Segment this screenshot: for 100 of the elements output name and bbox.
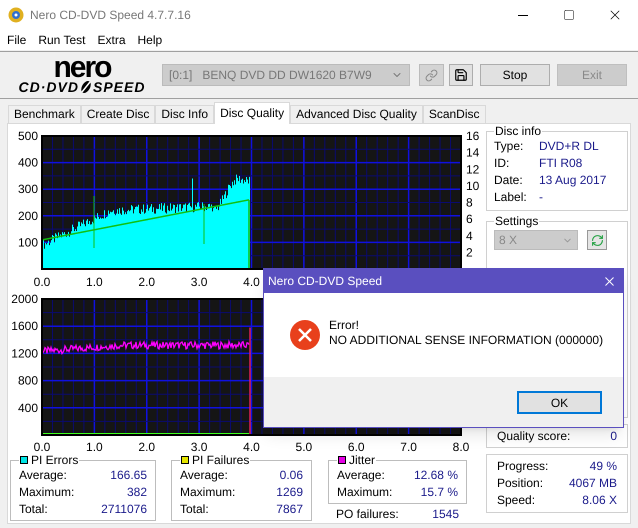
axis-tick-label: 0.0	[34, 440, 50, 453]
field-value: 0.06	[280, 467, 303, 484]
disc-swoosh-icon	[78, 80, 93, 94]
field-value: 7867	[276, 501, 303, 518]
group-title: Disc info	[494, 124, 542, 138]
tab[interactable]: Create Disc	[80, 105, 156, 124]
field-label: Progress:	[497, 458, 548, 475]
axis-tick-label: 500	[18, 129, 38, 143]
menu-item[interactable]: Run Test	[32, 31, 92, 49]
field-label: Maximum:	[180, 484, 236, 501]
field-value: 12.68 %	[414, 467, 458, 484]
tab[interactable]: Advanced Disc Quality	[290, 105, 423, 124]
error-message: NO ADDITIONAL SENSE INFORMATION (000000)	[329, 333, 604, 348]
maximize-icon	[563, 9, 575, 21]
field-label: Maximum:	[337, 484, 392, 501]
axis-tick-label: 1.0	[86, 275, 103, 289]
axis-tick-label: 100	[18, 235, 38, 250]
axis-tick-label: 800	[18, 373, 38, 388]
axis-tick-label: 12	[466, 162, 480, 176]
axis-tick-label: 6	[466, 212, 473, 226]
window-title: Nero CD-DVD Speed 4.7.7.16	[30, 7, 191, 24]
save-button[interactable]	[449, 64, 473, 86]
axis-tick-label: 2.0	[138, 440, 156, 453]
field-label: Speed:	[497, 492, 536, 509]
group-title: Settings	[494, 214, 540, 228]
field-value: 4067 MB	[568, 475, 617, 492]
error-icon	[290, 320, 320, 350]
toolbar-button[interactable]: Stop	[480, 64, 550, 86]
axis-tick-label: 200	[18, 208, 38, 223]
field-value: -	[539, 189, 543, 206]
link-icon	[425, 68, 438, 82]
axis-tick-label: 2.0	[138, 275, 156, 289]
axis-tick-label: 16	[466, 129, 480, 143]
axis-tick-label: 400	[18, 156, 38, 170]
field-value: 8.06 X	[582, 492, 617, 509]
field-label: Average:	[19, 467, 67, 484]
logo-text: SPEED	[92, 80, 146, 94]
field-value: FTI R08	[539, 155, 582, 172]
axis-tick-label: 2000	[11, 292, 38, 306]
axis-tick-label: 7.0	[400, 440, 417, 453]
tab[interactable]: Disc Info	[155, 105, 214, 124]
field-value: 1269	[276, 484, 303, 501]
axis-tick-label: 1600	[11, 318, 38, 333]
app-icon	[8, 7, 24, 23]
axis-tick-label: 4.0	[243, 275, 260, 289]
field-value: 166.65	[110, 467, 147, 484]
refresh-icon	[590, 234, 604, 246]
error-heading: Error!	[329, 318, 360, 333]
axis-tick-label: 300	[18, 182, 38, 196]
axis-tick-label: 0.0	[34, 275, 50, 289]
field-value: 0	[610, 428, 617, 444]
group-title: Jitter	[349, 453, 376, 467]
field-value: 15.7 %	[420, 484, 458, 501]
axis-tick-label: 5.0	[296, 440, 312, 453]
axis-tick-label: 1200	[11, 346, 38, 360]
field-label: Quality score:	[497, 428, 570, 444]
axis-tick-label: 6.0	[348, 440, 365, 453]
field-label: Average:	[337, 467, 385, 484]
axis-tick-label: 1.0	[86, 440, 103, 453]
ok-button[interactable]: OK	[517, 391, 602, 414]
field-value: 382	[126, 484, 147, 501]
field-value: 1545	[432, 506, 459, 523]
field-value: 49 %	[590, 458, 617, 475]
tab[interactable]: Disc Quality	[214, 102, 290, 124]
field-label: Maximum:	[19, 484, 74, 501]
menu-item[interactable]: Help	[132, 31, 168, 49]
field-label: ID:	[494, 155, 510, 172]
tab[interactable]: ScanDisc	[422, 105, 486, 124]
axis-tick-label: 4.0	[243, 440, 260, 453]
field-label: Total:	[180, 501, 209, 518]
group-title: PI Failures	[192, 453, 250, 467]
tab[interactable]: Benchmark	[8, 105, 81, 124]
menu-item[interactable]: File	[1, 31, 32, 49]
save-icon	[454, 68, 468, 82]
axis-tick-label: 14	[466, 146, 480, 160]
refresh-button[interactable]	[587, 230, 607, 250]
group-title: PI Errors	[31, 453, 78, 467]
axis-tick-label: 3.0	[190, 275, 208, 289]
field-value: 2711076	[101, 501, 147, 518]
dialog-title: Nero CD-DVD Speed	[268, 273, 382, 290]
logo-text: CD·DVD	[18, 80, 79, 94]
field-label: Position:	[497, 475, 544, 492]
field-label: PO failures:	[336, 506, 399, 523]
field-value: DVD+R DL	[539, 138, 599, 155]
field-label: Average:	[180, 467, 228, 484]
link-toolbar-button[interactable]	[419, 64, 444, 86]
axis-tick-label: 4	[466, 228, 473, 243]
axis-tick-label: 10	[466, 178, 480, 193]
field-label: Total:	[19, 501, 48, 518]
axis-tick-label: 8	[466, 196, 473, 210]
axis-tick-label: 3.0	[190, 440, 208, 453]
axis-tick-label: 8.0	[452, 440, 470, 453]
axis-tick-label: 2	[466, 245, 473, 260]
menu-item[interactable]: Extra	[91, 31, 132, 49]
minimize-icon	[518, 14, 528, 16]
field-label: Type:	[494, 138, 524, 155]
field-value: 13 Aug 2017	[539, 172, 606, 189]
logo-wordmark: nero	[53, 56, 110, 80]
field-label: Label:	[494, 189, 528, 206]
axis-tick-label: 400	[18, 400, 38, 414]
